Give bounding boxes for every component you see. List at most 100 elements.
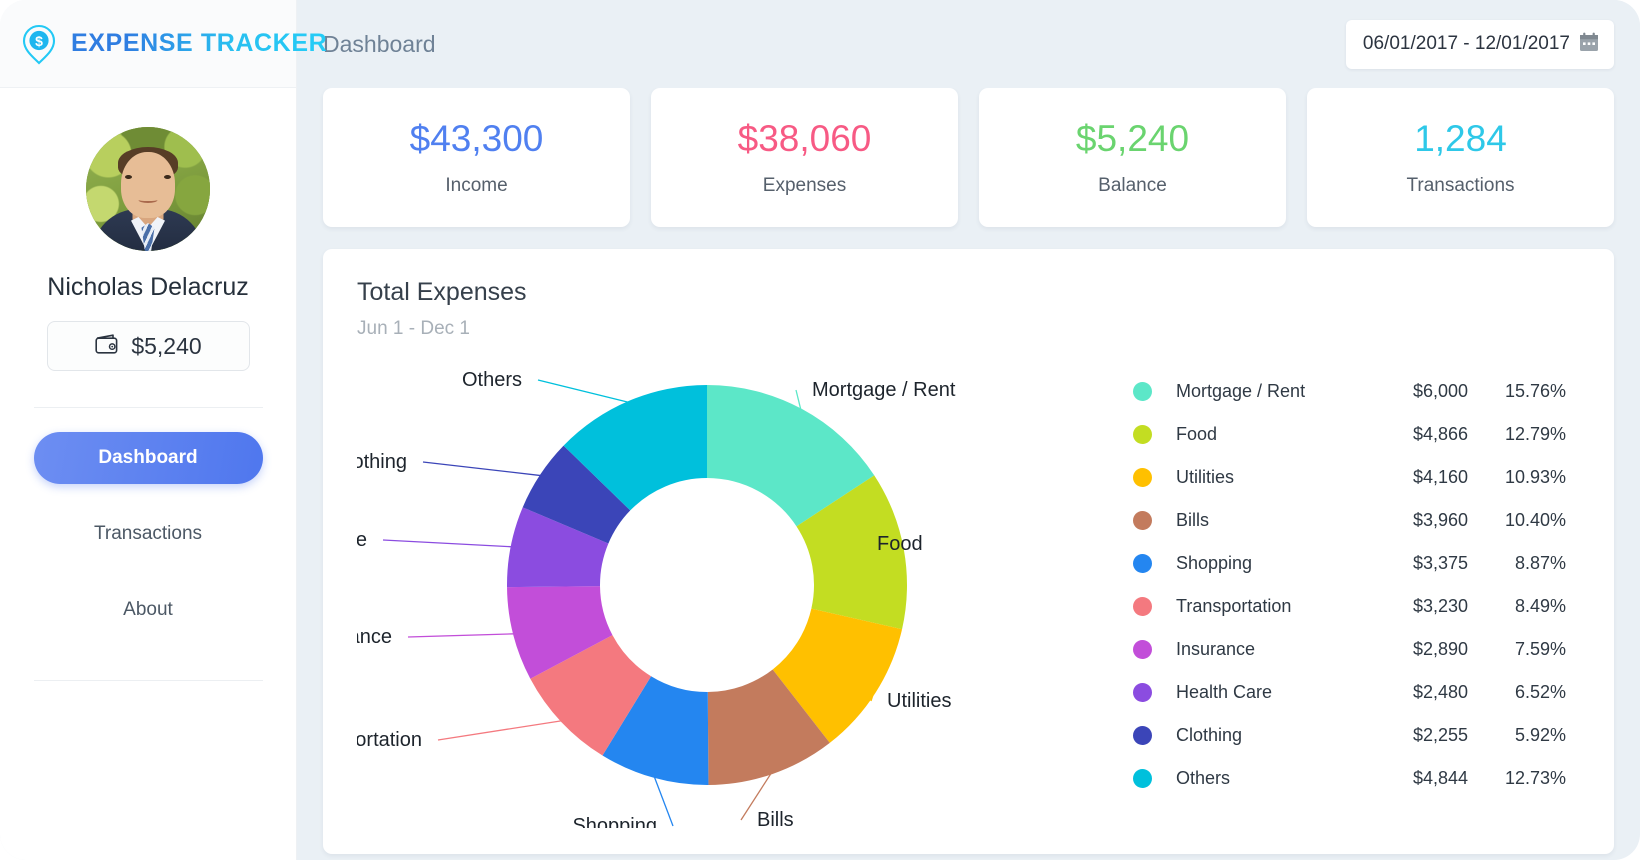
sidebar-item-label: Dashboard bbox=[98, 447, 198, 468]
legend-category: Utilities bbox=[1176, 467, 1235, 487]
svg-text:$: $ bbox=[35, 33, 43, 49]
stat-label: Income bbox=[445, 175, 508, 196]
legend-row[interactable]: Others $4,844 12.73% bbox=[1133, 757, 1580, 800]
stat-card-expenses[interactable]: $38,060 Expenses bbox=[651, 88, 958, 227]
legend-amount: $3,960 bbox=[1412, 510, 1468, 530]
date-range-picker[interactable]: 06/01/2017 - 12/01/2017 bbox=[1345, 19, 1614, 69]
calendar-icon bbox=[1578, 31, 1600, 58]
legend-row[interactable]: Utilities $4,160 10.93% bbox=[1133, 456, 1580, 499]
legend-category: Mortgage / Rent bbox=[1176, 381, 1306, 401]
legend-amount: $3,375 bbox=[1412, 553, 1468, 573]
wallet-balance-badge[interactable]: $5,240 bbox=[46, 321, 250, 371]
legend-color-dot bbox=[1133, 683, 1152, 702]
legend-row[interactable]: Bills $3,960 10.40% bbox=[1133, 499, 1580, 542]
stat-cards: $43,300 Income $38,060 Expenses $5,240 B… bbox=[323, 88, 1614, 227]
sidebar: $ EXPENSE TRACKER Nicholas Delacruz $5,2… bbox=[0, 0, 327, 860]
legend-amount: $2,890 bbox=[1412, 639, 1468, 659]
donut-slice-label: Insurance bbox=[357, 626, 392, 648]
location-pin-dollar-icon: $ bbox=[16, 21, 62, 67]
legend-percent: 10.40% bbox=[1504, 510, 1566, 530]
main-content: Dashboard 06/01/2017 - 12/01/2017 $43,30… bbox=[297, 0, 1640, 860]
dashboard-body: $43,300 Income $38,060 Expenses $5,240 B… bbox=[297, 88, 1640, 860]
stat-value: 1,284 bbox=[1414, 118, 1507, 159]
sidebar-divider-bottom bbox=[33, 680, 263, 681]
legend-color-dot bbox=[1133, 769, 1152, 788]
legend-percent: 6.52% bbox=[1514, 682, 1566, 702]
legend-row[interactable]: Mortgage / Rent $6,000 15.76% bbox=[1133, 370, 1580, 413]
legend-percent: 12.73% bbox=[1504, 768, 1566, 788]
user-name: Nicholas Delacruz bbox=[47, 273, 249, 301]
donut-slice-label: Health Care bbox=[357, 529, 367, 551]
sidebar-item-label: About bbox=[123, 599, 173, 620]
sidebar-item-label: Transactions bbox=[93, 523, 203, 544]
legend-amount: $2,255 bbox=[1412, 725, 1468, 745]
legend-percent: 15.76% bbox=[1504, 381, 1566, 401]
stat-card-income[interactable]: $43,300 Income bbox=[323, 88, 630, 227]
donut-slice-label: Food bbox=[877, 533, 923, 555]
donut-leader-line bbox=[422, 461, 542, 477]
legend-row[interactable]: Food $4,866 12.79% bbox=[1133, 413, 1580, 456]
donut-leader-line bbox=[382, 539, 513, 548]
wallet-amount: $5,240 bbox=[131, 332, 202, 359]
legend-row[interactable]: Clothing $2,255 5.92% bbox=[1133, 714, 1580, 757]
app-logo-text: EXPENSE TRACKER bbox=[71, 29, 328, 57]
legend-category: Food bbox=[1176, 424, 1218, 444]
donut-leader-line bbox=[437, 719, 563, 741]
stat-card-transactions[interactable]: 1,284 Transactions bbox=[1307, 88, 1614, 227]
legend-row[interactable]: Insurance $2,890 7.59% bbox=[1133, 628, 1580, 671]
legend-amount: $4,160 bbox=[1412, 467, 1468, 487]
legend-color-dot bbox=[1133, 726, 1152, 745]
stat-label: Transactions bbox=[1406, 175, 1515, 196]
chart-legend: Mortgage / Rent $6,000 15.76% Food $4,866 12.… bbox=[1057, 348, 1580, 828]
legend-percent: 10.93% bbox=[1504, 467, 1566, 487]
legend-percent: 8.87% bbox=[1514, 553, 1566, 573]
donut-slice-label: Utilities bbox=[887, 690, 951, 712]
legend-amount: $2,480 bbox=[1412, 682, 1468, 702]
legend-color-dot bbox=[1133, 468, 1152, 487]
legend-color-dot bbox=[1133, 425, 1152, 444]
avatar bbox=[86, 127, 210, 251]
legend-row[interactable]: Health Care $2,480 6.52% bbox=[1133, 671, 1580, 714]
stat-value: $43,300 bbox=[409, 118, 544, 159]
sidebar-item-transactions[interactable]: Transactions bbox=[34, 508, 263, 560]
stat-value: $5,240 bbox=[1075, 118, 1190, 159]
panel-title: Total Expenses bbox=[357, 278, 527, 306]
legend-category: Clothing bbox=[1176, 725, 1243, 745]
legend-category: Shopping bbox=[1176, 553, 1253, 573]
panel-subtitle: Jun 1 - Dec 1 bbox=[357, 318, 470, 339]
date-range-value: 06/01/2017 - 12/01/2017 bbox=[1362, 33, 1570, 54]
legend-percent: 8.49% bbox=[1514, 596, 1566, 616]
legend-category: Health Care bbox=[1176, 682, 1273, 702]
legend-percent: 7.59% bbox=[1514, 639, 1566, 659]
donut-chart[interactable]: Mortgage / Rent Food Utilities Bills Shoppin… bbox=[357, 348, 1057, 828]
legend-category: Transportation bbox=[1176, 596, 1292, 616]
donut-slice-label: Shopping bbox=[572, 815, 657, 828]
legend-color-dot bbox=[1133, 382, 1152, 401]
expense-tracker-app: $ EXPENSE TRACKER Nicholas Delacruz $5,2… bbox=[0, 0, 1640, 860]
stat-value: $38,060 bbox=[737, 118, 872, 159]
legend-percent: 5.92% bbox=[1514, 725, 1566, 745]
donut-slice-label: Bills bbox=[757, 809, 794, 828]
donut-slice-label: Others bbox=[462, 369, 522, 391]
legend-category: Others bbox=[1176, 768, 1231, 788]
donut-leader-line bbox=[407, 633, 516, 638]
legend-percent: 12.79% bbox=[1504, 424, 1566, 444]
breadcrumb: Dashboard bbox=[323, 30, 436, 57]
stat-label: Balance bbox=[1098, 175, 1167, 196]
wallet-icon bbox=[94, 333, 120, 360]
sidebar-item-dashboard[interactable]: Dashboard bbox=[33, 432, 263, 484]
legend-category: Insurance bbox=[1176, 639, 1256, 659]
legend-color-dot bbox=[1133, 640, 1152, 659]
legend-row[interactable]: Shopping $3,375 8.87% bbox=[1133, 542, 1580, 585]
legend-amount: $3,230 bbox=[1412, 596, 1468, 616]
stat-card-balance[interactable]: $5,240 Balance bbox=[979, 88, 1286, 227]
legend-amount: $4,866 bbox=[1412, 424, 1468, 444]
sidebar-item-about[interactable]: About bbox=[34, 584, 263, 636]
legend-row[interactable]: Transportation $3,230 8.49% bbox=[1133, 585, 1580, 628]
legend-color-dot bbox=[1133, 554, 1152, 573]
app-logo[interactable]: $ EXPENSE TRACKER bbox=[0, 0, 327, 88]
chart-area: Mortgage / Rent Food Utilities Bills Shoppin… bbox=[357, 348, 1580, 828]
legend-color-dot bbox=[1133, 511, 1152, 530]
topbar: Dashboard 06/01/2017 - 12/01/2017 bbox=[297, 0, 1640, 88]
stat-label: Expenses bbox=[762, 175, 847, 196]
